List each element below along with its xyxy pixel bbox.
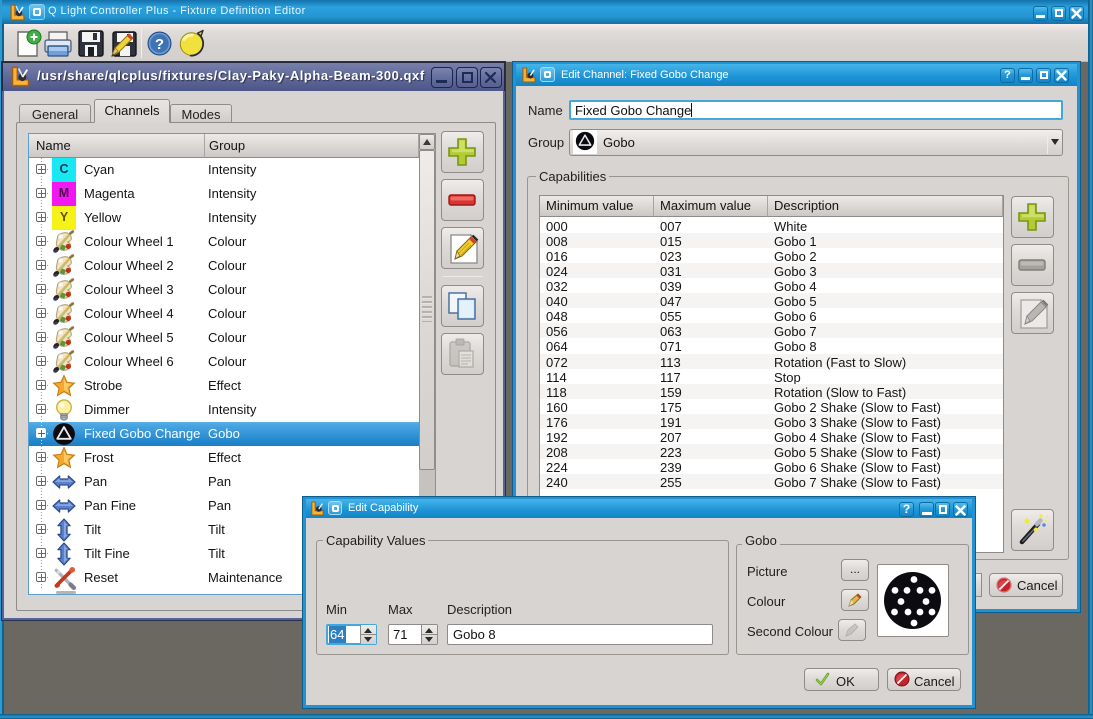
svg-text:?: ? [155, 36, 164, 53]
